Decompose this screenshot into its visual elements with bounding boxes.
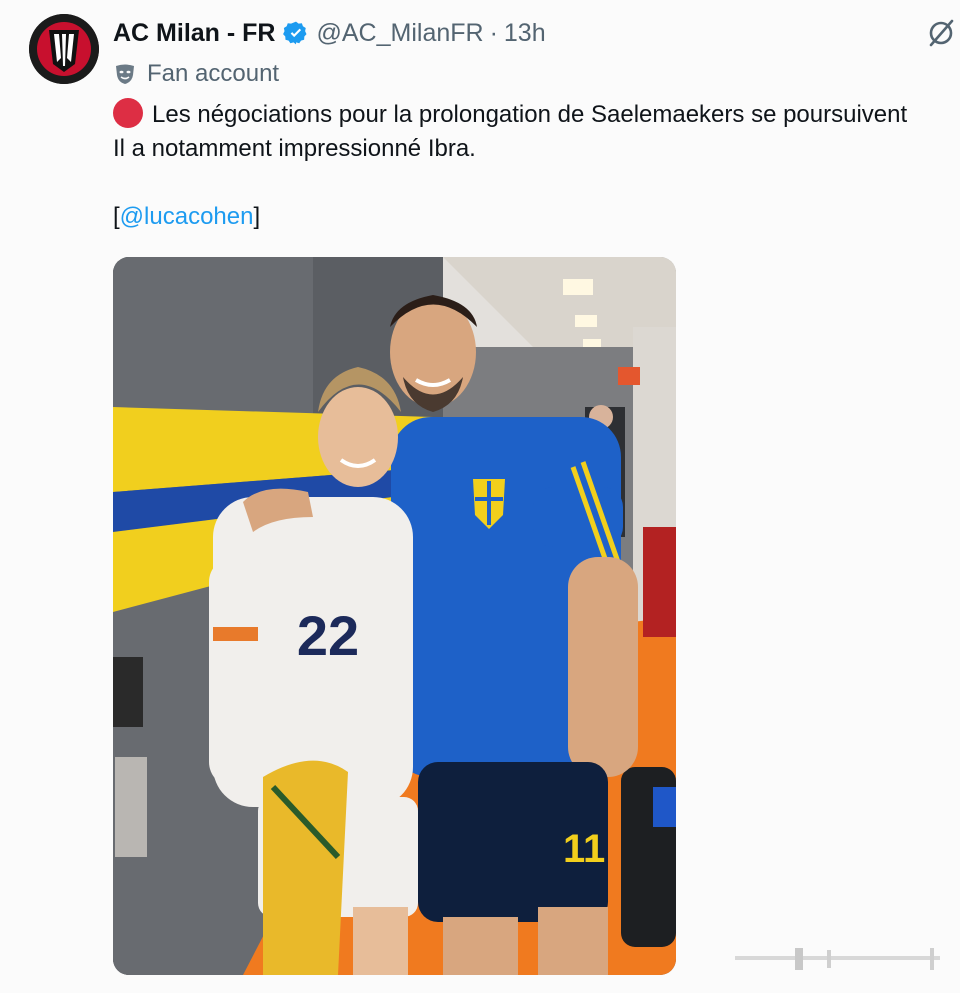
grok-button[interactable] (926, 18, 956, 48)
theater-mask-icon (116, 64, 134, 84)
right-jersey-number: 11 (563, 827, 605, 871)
tweet[interactable]: AC Milan - FR @AC_MilanFR · 13h Fan acco… (0, 0, 960, 993)
watermark (735, 948, 940, 970)
bracket-close: ] (253, 203, 261, 230)
bracket-open: [ (113, 203, 120, 230)
author-name[interactable]: AC Milan - FR (113, 19, 276, 48)
tweet-text-line-2: Il a notamment impressionné Ibra. (113, 135, 476, 162)
tweet-photo[interactable]: 11 22 (113, 257, 676, 975)
fan-account-text: Fan account (147, 60, 280, 87)
mention-link[interactable]: @lucacohen (120, 203, 254, 230)
grok-icon (929, 19, 954, 47)
timestamp[interactable]: 13h (504, 19, 546, 48)
verified-badge-icon (282, 21, 307, 45)
photo-illustration: 11 22 (113, 257, 676, 975)
separator-dot: · (489, 18, 498, 47)
tweet-header: AC Milan - FR @AC_MilanFR · 13h (113, 16, 546, 50)
tweet-text-line-1: Les négociations pour la prolongation de… (113, 98, 960, 132)
author-handle[interactable]: @AC_MilanFR (317, 19, 484, 48)
left-jersey-number: 22 (297, 604, 359, 667)
tweet-credit-line: [@lucacohen] (113, 200, 960, 234)
tweet-text-line-1-content: Les négociations pour la prolongation de… (152, 101, 908, 128)
ac-milan-logo-icon (29, 14, 99, 84)
fan-account-label: Fan account (113, 58, 279, 90)
avatar[interactable] (29, 14, 99, 84)
red-circle-icon (113, 98, 143, 128)
tweet-text: Les négociations pour la prolongation de… (113, 98, 960, 234)
